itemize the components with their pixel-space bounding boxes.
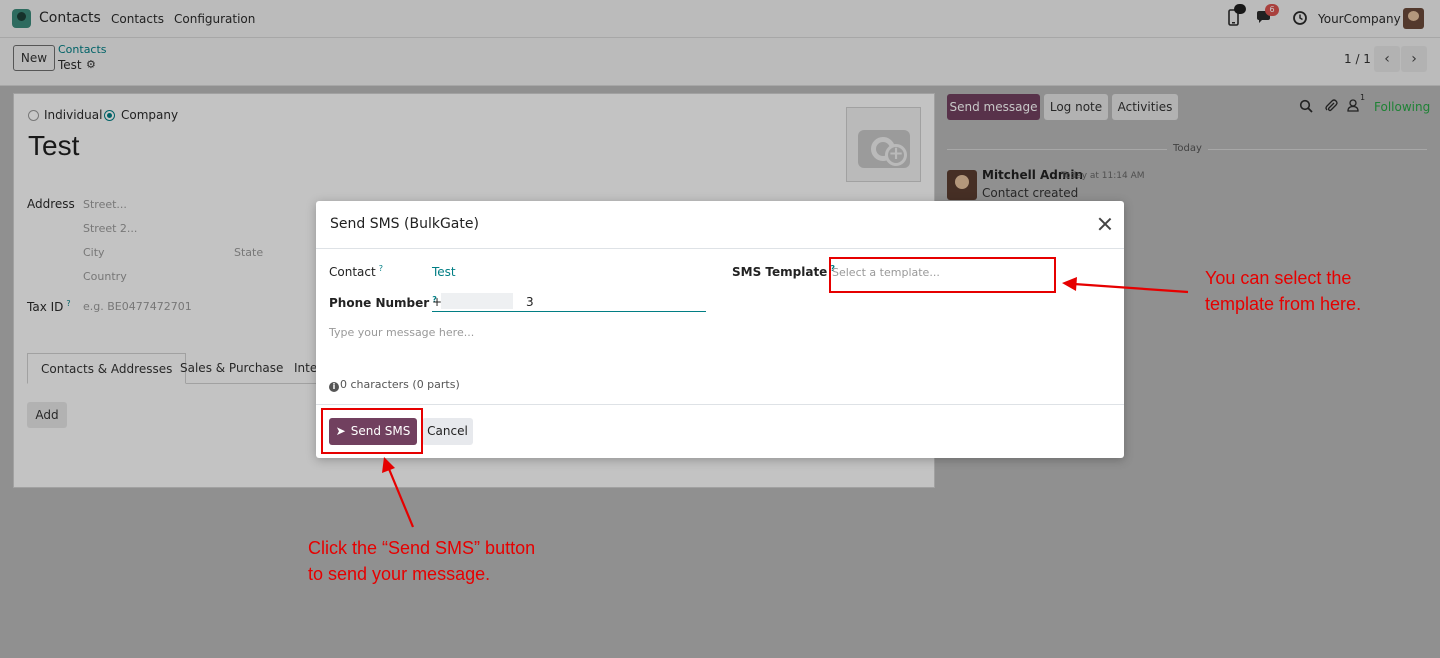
contact-label: Contact? xyxy=(329,264,383,279)
template-annotation-line2: template from here. xyxy=(1205,294,1362,314)
dialog-footer: ➤ Send SMS Cancel xyxy=(316,404,1124,458)
template-highlight-box xyxy=(829,257,1056,293)
contact-field[interactable]: Test xyxy=(432,265,456,279)
send-annotation-line1: Click the “Send SMS” button xyxy=(308,538,536,558)
character-counter: i0 characters (0 parts) xyxy=(329,378,460,392)
close-icon[interactable] xyxy=(1096,215,1114,233)
cancel-button[interactable]: Cancel xyxy=(422,418,473,445)
message-textarea[interactable]: Type your message here... xyxy=(329,326,474,339)
template-annotation-line1: You can select the xyxy=(1205,268,1352,288)
info-icon: i xyxy=(329,382,339,392)
phone-label: Phone Number? xyxy=(329,295,437,310)
dialog-header: Send SMS (BulkGate) xyxy=(316,201,1124,249)
phone-redaction xyxy=(441,293,513,309)
send-sms-dialog: Send SMS (BulkGate) Contact? Test Phone … xyxy=(316,201,1124,458)
sms-template-label: SMS Template? xyxy=(732,264,835,279)
template-annotation: You can select the template from here. xyxy=(1205,265,1361,317)
dialog-title: Send SMS (BulkGate) xyxy=(330,216,479,232)
send-annotation: Click the “Send SMS” button to send your… xyxy=(308,535,535,587)
send-highlight-box xyxy=(321,408,423,454)
send-annotation-line2: to send your message. xyxy=(308,564,491,584)
